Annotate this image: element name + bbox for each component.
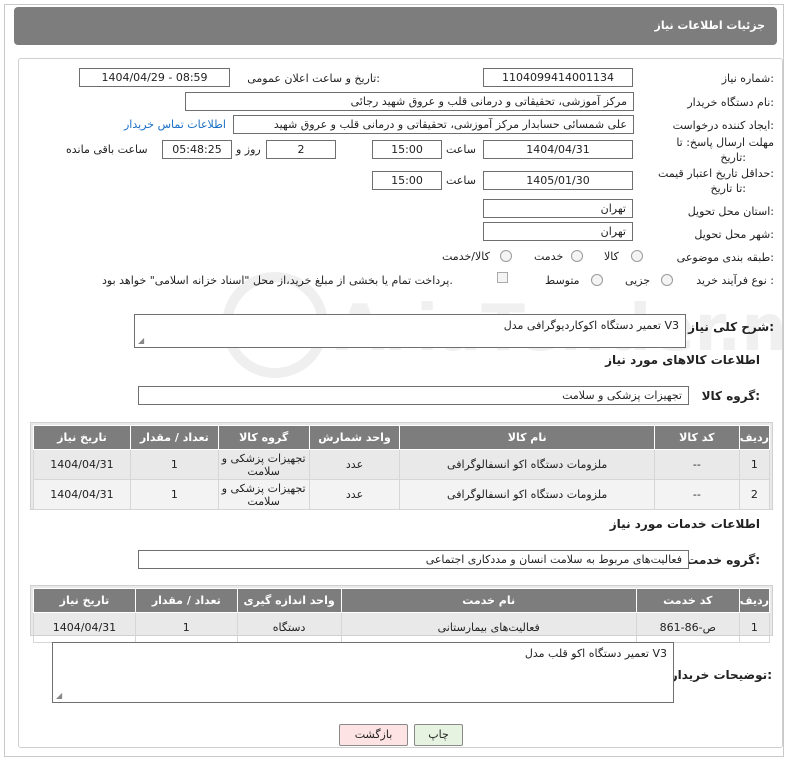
services-section-title: اطلاعات خدمات مورد نیاز xyxy=(609,517,760,531)
buyer-contact-link[interactable]: اطلاعات تماس خریدار xyxy=(124,118,226,131)
goods-cell-date: 1404/04/31 xyxy=(33,479,131,510)
need-number-label: شماره نیاز: xyxy=(721,72,774,85)
services-col-unit: واحد اندازه گیری xyxy=(236,588,342,613)
requester-field: علی شمسائی حسابدار مرکز آموزشی، تحقیقاتی… xyxy=(233,115,634,134)
goods-cell-qty: 1 xyxy=(129,449,219,480)
reply-time-label: ساعت xyxy=(446,143,476,156)
category-both-radio[interactable] xyxy=(500,250,512,262)
goods-cell-date: 1404/04/31 xyxy=(33,449,131,480)
goods-col-qty: تعداد / مقدار xyxy=(129,425,219,450)
price-validity-time-field: 15:00 xyxy=(372,171,442,190)
goods-cell-name: ملزومات دستگاه اکو انسفالوگرافی xyxy=(399,479,655,510)
province-label: استان محل تحویل: xyxy=(687,205,774,218)
price-validity-label-2: تا تاریخ: xyxy=(710,182,746,195)
goods-cell-code: -- xyxy=(653,479,740,510)
goods-cell-unit: عدد xyxy=(308,449,401,480)
buyer-notes-label: توضیحات خریدار: xyxy=(670,668,772,682)
back-button[interactable]: بازگشت xyxy=(339,724,408,746)
category-service-radio[interactable] xyxy=(571,250,583,262)
process-medium-option: متوسط xyxy=(545,274,580,287)
goods-cell-qty: 1 xyxy=(129,479,219,510)
goods-col-date: تاریخ نیاز xyxy=(33,425,131,450)
category-service-option: خدمت xyxy=(534,250,564,263)
category-both-option: کالا/خدمت xyxy=(442,250,490,263)
process-label: نوع فرآیند خرید : xyxy=(696,274,774,287)
goods-table-header: تاریخ نیاز تعداد / مقدار گروه کالا واحد … xyxy=(33,425,771,450)
goods-section-title: اطلاعات کالاهای مورد نیاز xyxy=(605,353,760,367)
process-minor-radio[interactable] xyxy=(661,274,673,286)
description-label: شرح کلی نیاز: xyxy=(688,320,774,334)
buyer-notes-text: تعمیر دستگاه اکو قلب مدل V3 xyxy=(524,647,667,660)
goods-col-code: کد کالا xyxy=(653,425,740,450)
description-field: تعمیر دستگاه اکوکاردیوگرافی مدل V3 ◢ xyxy=(134,314,686,348)
announce-field: 1404/04/29 - 08:59 xyxy=(79,68,230,87)
category-label: طبقه بندی موضوعی: xyxy=(676,251,774,264)
days-label: روز و xyxy=(236,143,261,156)
services-cell-date: 1404/04/31 xyxy=(33,612,136,643)
goods-table-row: 1404/04/31 1 تجهیزات پزشکی و سلامت عدد م… xyxy=(33,479,771,510)
province-field: تهران xyxy=(483,199,633,218)
requester-label: ایجاد کننده درخواست: xyxy=(672,119,774,132)
services-group-field: فعالیت‌های مربوط به سلامت انسان و مددکار… xyxy=(138,550,689,569)
buyer-org-label: نام دستگاه خریدار: xyxy=(687,96,774,109)
treasury-note: پرداخت تمام یا بخشی از مبلغ خرید،از محل … xyxy=(102,274,453,287)
goods-cell-row: 2 xyxy=(738,479,771,510)
price-validity-label: حداقل تاریخ اعتبار قیمت: xyxy=(658,167,774,180)
process-minor-option: جزیی xyxy=(625,274,651,287)
goods-col-name: نام کالا xyxy=(399,425,655,450)
reply-date-field: 1404/04/31 xyxy=(483,140,633,159)
resize-handle-icon[interactable]: ◢ xyxy=(138,336,144,345)
goods-table: تاریخ نیاز تعداد / مقدار گروه کالا واحد … xyxy=(33,425,771,510)
reply-time-field: 15:00 xyxy=(372,140,442,159)
services-cell-unit: دستگاه xyxy=(236,612,342,643)
services-cell-row: 1 xyxy=(738,612,771,643)
process-medium-radio[interactable] xyxy=(591,274,603,286)
goods-group-field: تجهیزات پزشکی و سلامت xyxy=(138,386,689,405)
goods-table-row: 1404/04/31 1 تجهیزات پزشکی و سلامت عدد م… xyxy=(33,449,771,480)
page-header: جزئیات اطلاعات نیاز xyxy=(14,7,777,45)
goods-col-group: گروه کالا xyxy=(217,425,310,450)
reply-deadline-label-2: تاریخ: xyxy=(720,151,746,164)
services-cell-name: فعالیت‌های بیمارستانی xyxy=(340,612,637,643)
goods-cell-name: ملزومات دستگاه اکو انسفالوگرافی xyxy=(399,449,655,480)
city-field: تهران xyxy=(483,222,633,241)
page-title: جزئیات اطلاعات نیاز xyxy=(654,19,766,32)
goods-col-unit: واحد شمارش xyxy=(308,425,401,450)
goods-cell-group: تجهیزات پزشکی و سلامت xyxy=(217,479,310,510)
services-table-header: تاریخ نیاز تعداد / مقدار واحد اندازه گیر… xyxy=(33,588,771,613)
remaining-time-field: 05:48:25 xyxy=(162,140,232,159)
goods-col-row: ردیف xyxy=(738,425,771,450)
treasury-checkbox[interactable] xyxy=(497,272,508,283)
category-goods-option: کالا xyxy=(604,250,619,263)
description-text: تعمیر دستگاه اکوکاردیوگرافی مدل V3 xyxy=(503,319,679,332)
goods-group-label: گروه کالا: xyxy=(701,389,760,403)
goods-cell-code: -- xyxy=(653,449,740,480)
city-label: شهر محل تحویل: xyxy=(694,228,774,241)
services-col-name: نام خدمت xyxy=(340,588,637,613)
goods-cell-row: 1 xyxy=(738,449,771,480)
announce-label: تاریخ و ساعت اعلان عمومی: xyxy=(247,72,380,85)
services-table: تاریخ نیاز تعداد / مقدار واحد اندازه گیر… xyxy=(33,588,771,643)
remaining-days-field: 2 xyxy=(266,140,336,159)
price-validity-date-field: 1405/01/30 xyxy=(483,171,633,190)
resize-handle-icon[interactable]: ◢ xyxy=(56,691,62,700)
services-col-date: تاریخ نیاز xyxy=(33,588,136,613)
goods-cell-unit: عدد xyxy=(308,479,401,510)
reply-deadline-label: مهلت ارسال پاسخ: تا xyxy=(676,136,774,149)
price-validity-time-label: ساعت xyxy=(446,174,476,187)
services-table-row: 1404/04/31 1 دستگاه فعالیت‌های بیمارستان… xyxy=(33,612,771,643)
need-number-field: 1104099414001134 xyxy=(483,68,633,87)
services-group-label: گروه خدمت: xyxy=(686,553,760,567)
category-goods-radio[interactable] xyxy=(631,250,643,262)
goods-cell-group: تجهیزات پزشکی و سلامت xyxy=(217,449,310,480)
print-button[interactable]: چاپ xyxy=(414,724,463,746)
buyer-org-field: مرکز آموزشی، تحقیقاتی و درمانی قلب و عرو… xyxy=(185,92,634,111)
services-cell-qty: 1 xyxy=(134,612,238,643)
remaining-label: ساعت باقی مانده xyxy=(66,143,148,156)
buyer-notes-field: تعمیر دستگاه اکو قلب مدل V3 ◢ xyxy=(52,642,674,703)
services-col-code: کد خدمت xyxy=(635,588,740,613)
services-cell-code: ص-86-861 xyxy=(635,612,740,643)
services-col-row: ردیف xyxy=(738,588,771,613)
services-col-qty: تعداد / مقدار xyxy=(134,588,238,613)
